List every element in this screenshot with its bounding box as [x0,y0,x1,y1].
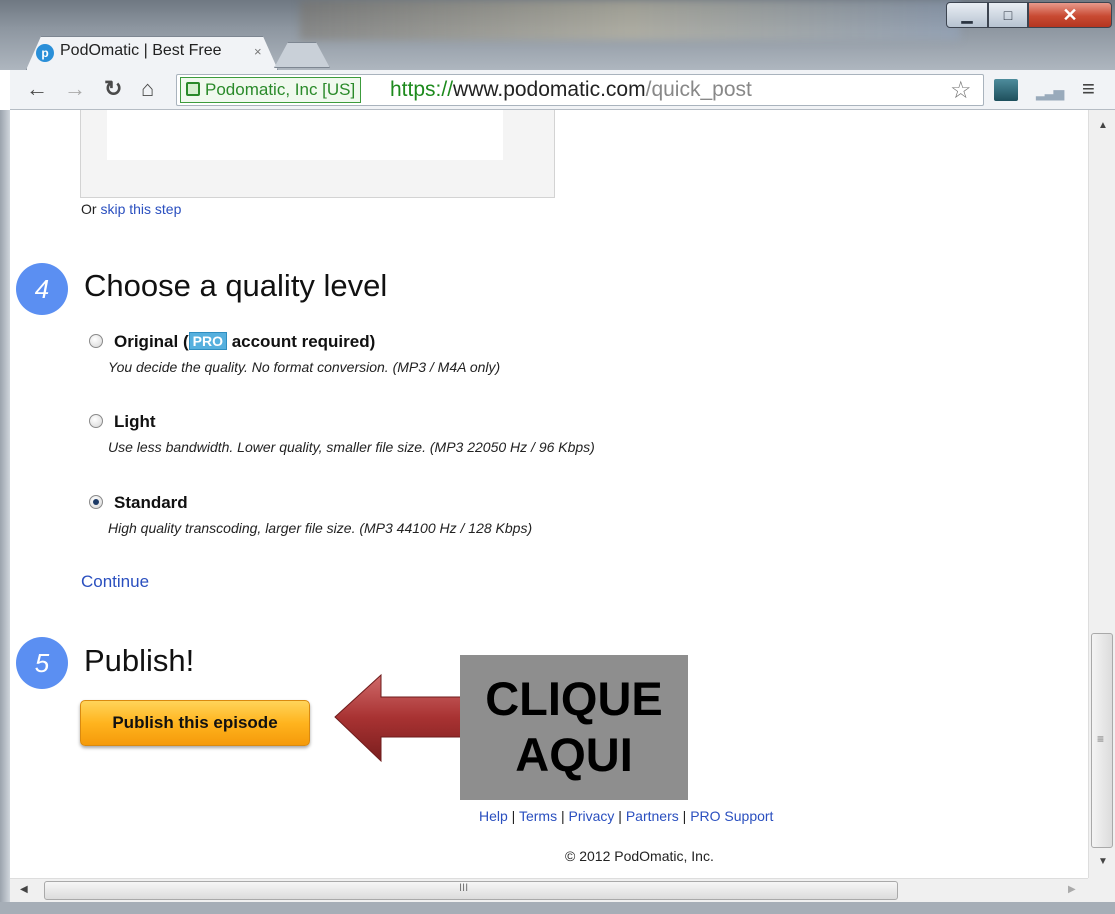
copyright: © 2012 PodOmatic, Inc. [565,848,714,864]
window-frame-left [0,110,10,914]
tab-close-icon[interactable]: × [254,44,262,59]
scroll-grip-icon: III [459,882,469,894]
skip-step-line: Or skip this step [81,201,181,217]
url-scheme: https:// [390,78,454,101]
scroll-right-arrow-icon[interactable]: ▶ [1068,884,1076,895]
option-original-text: Original ( [114,332,189,351]
option-light-label: Light [114,412,156,431]
publish-episode-button[interactable]: Publish this episode [80,700,310,746]
bookmark-star-icon[interactable]: ☆ [950,76,972,105]
footer-link-help[interactable]: Help [479,808,508,824]
forward-icon[interactable]: → [64,76,86,102]
minimize-button[interactable]: ▁ [946,2,988,28]
step-4-badge: 4 [16,263,68,315]
footer-link-terms[interactable]: Terms [519,808,557,824]
footer-link-privacy[interactable]: Privacy [569,808,615,824]
reload-icon[interactable]: ↻ [104,76,122,102]
option-light-description: Use less bandwidth. Lower quality, small… [108,439,595,455]
scroll-down-arrow-icon[interactable]: ▼ [1098,856,1108,867]
extension-icon[interactable] [994,79,1018,101]
skip-prefix: Or [81,201,101,217]
step-4-heading: Choose a quality level [84,268,388,303]
back-icon[interactable]: ← [26,76,48,102]
vertical-scroll-thumb[interactable]: ≡ [1091,633,1113,848]
footer-links: Help | Terms | Privacy | Partners | PRO … [479,808,773,824]
url-text[interactable]: https://www.podomatic.com/quick_post [390,78,752,102]
callout-line-2: AQUI [515,728,633,781]
maximize-button[interactable]: □ [988,2,1028,28]
step-5-badge: 5 [16,637,68,689]
radio-standard[interactable] [89,495,103,509]
menu-icon[interactable]: ≡ [1082,76,1095,102]
tab-title[interactable]: PodOmatic | Best Free [60,42,250,60]
scroll-grip-icon: ≡ [1097,732,1105,746]
footer-separator: | [507,808,519,824]
option-original-label: Original (PRO account required) [114,332,375,352]
option-standard-label: Standard [114,493,188,512]
horizontal-scroll-thumb[interactable]: III [44,881,898,900]
title-bar-background [300,0,960,40]
footer-separator: | [678,808,691,824]
radio-light[interactable] [89,414,103,428]
page-viewport: Or skip this step 4 Choose a quality lev… [10,110,1088,878]
close-window-button[interactable]: ✕ [1028,2,1112,28]
radio-original[interactable] [89,334,103,348]
footer-separator: | [557,808,569,824]
podomatic-favicon-icon: p [36,44,54,62]
footer-separator: | [614,808,626,824]
browser-window: ▁ □ ✕ p PodOmatic | Best Free × ← → ↻ ⌂ … [0,0,1115,914]
url-host: www.podomatic.com [453,78,646,101]
step-5-heading: Publish! [84,643,195,678]
scrollbar-corner [1088,878,1115,902]
footer-link-pro-support[interactable]: PRO Support [690,808,773,824]
upload-panel-inner [107,110,503,160]
lock-icon [186,82,200,96]
vertical-scrollbar[interactable]: ▲ ≡ ▼ [1088,110,1115,878]
callout-line-1: CLIQUE [485,672,663,725]
scroll-up-arrow-icon[interactable]: ▲ [1098,120,1108,131]
footer-link-partners[interactable]: Partners [626,808,679,824]
click-here-callout: CLIQUE AQUI [460,655,688,800]
ev-certificate-badge[interactable]: Podomatic, Inc [US] [180,77,362,103]
home-icon[interactable]: ⌂ [141,76,154,102]
option-original-description: You decide the quality. No format conver… [108,359,501,375]
horizontal-scrollbar[interactable]: ◀ III ▶ [10,878,1088,902]
stats-extension-icon[interactable]: ▂▃▅ [1036,84,1064,101]
pro-badge: PRO [188,332,227,350]
option-original-text-after: account required) [226,332,376,351]
option-standard-description: High quality transcoding, larger file si… [108,520,533,536]
left-arrow-icon [334,673,464,763]
window-frame-bottom [0,902,1115,914]
upload-panel [80,110,555,198]
continue-link[interactable]: Continue [81,572,149,592]
scroll-left-arrow-icon[interactable]: ◀ [20,884,28,895]
skip-step-link[interactable]: skip this step [100,201,181,217]
url-path: /quick_post [645,78,752,101]
